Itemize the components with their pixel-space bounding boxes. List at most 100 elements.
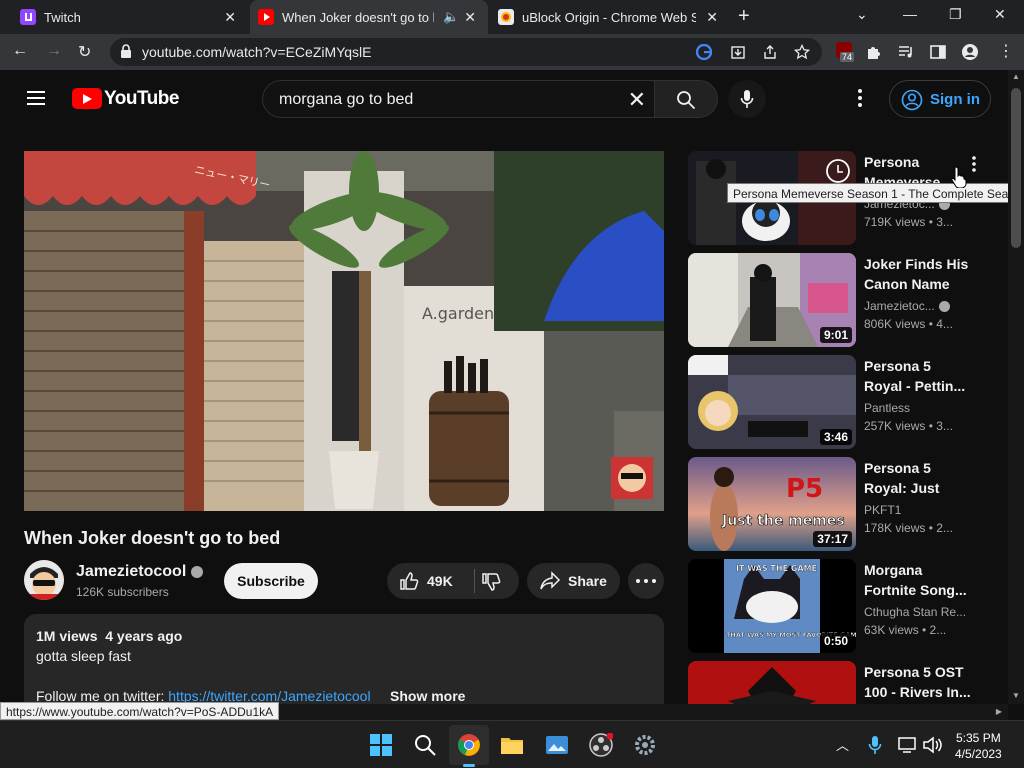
address-bar[interactable]: youtube.com/watch?v=ECeZiMYqslE bbox=[110, 38, 822, 66]
show-more-button[interactable]: Show more bbox=[386, 688, 466, 704]
thumbs-up-icon[interactable] bbox=[399, 571, 419, 591]
ublock-extension-icon[interactable]: 74 bbox=[836, 42, 855, 62]
rec-views: 719K views • 3... bbox=[864, 215, 953, 229]
close-tab-icon[interactable]: ✕ bbox=[224, 9, 236, 26]
clear-search-icon[interactable]: ✕ bbox=[628, 87, 646, 113]
file-explorer-icon[interactable] bbox=[500, 733, 524, 757]
tab-search-icon[interactable]: ⌄ bbox=[856, 6, 868, 23]
side-panel-icon[interactable] bbox=[929, 43, 947, 61]
chrome-menu-icon[interactable]: ⋮ bbox=[998, 41, 1016, 60]
thumbs-down-icon[interactable] bbox=[481, 572, 501, 592]
hand-cursor-icon bbox=[951, 166, 967, 188]
rec-thumbnail[interactable]: 3:46 bbox=[688, 355, 856, 449]
rec-thumbnail[interactable]: 9:01 bbox=[688, 253, 856, 347]
rec-title[interactable]: Persona 5 Royal - Pettin... bbox=[864, 356, 972, 396]
rec-title[interactable]: Persona 5 OST 100 - Rivers In... bbox=[864, 662, 972, 702]
search-icon bbox=[677, 91, 696, 110]
recommendation-item[interactable]: P5 Just the memes 37:17 Persona 5 Royal: … bbox=[688, 457, 988, 551]
youtube-wordmark[interactable]: YouTube bbox=[104, 88, 179, 110]
tab-twitch[interactable]: Twitch ✕ bbox=[0, 0, 248, 34]
rec-thumbnail-image bbox=[688, 661, 856, 704]
close-tab-icon[interactable]: ✕ bbox=[706, 9, 718, 26]
description-box[interactable]: 1M views 4 years ago gotta sleep fast Fo… bbox=[24, 614, 664, 714]
tab-youtube-active[interactable]: When Joker doesn't go to bed 🔈 ✕ bbox=[250, 0, 488, 34]
profile-icon[interactable] bbox=[961, 43, 979, 61]
title-tooltip: Persona Memeverse Season 1 - The Complet… bbox=[727, 183, 1024, 203]
obs-app-icon[interactable] bbox=[589, 733, 613, 757]
channel-name[interactable]: Jamezietocool bbox=[76, 563, 204, 581]
minimize-icon[interactable]: — bbox=[903, 6, 917, 22]
recommendation-item[interactable]: Persona 5 OST 100 - Rivers In... bbox=[688, 661, 988, 704]
thumb-caption: Just the memes bbox=[721, 513, 845, 529]
bookmark-star-icon[interactable] bbox=[794, 44, 810, 60]
more-actions-button[interactable] bbox=[628, 563, 664, 599]
rec-thumbnail[interactable]: IT WAS THE GAME THAT WAS MY MOST FAVORITE… bbox=[688, 559, 856, 653]
taskbar-search-icon[interactable] bbox=[413, 733, 437, 757]
scroll-up-icon[interactable]: ▲ bbox=[1012, 72, 1020, 81]
forward-icon[interactable]: → bbox=[46, 42, 62, 60]
restore-icon[interactable]: ❐ bbox=[949, 6, 962, 23]
close-window-icon[interactable]: ✕ bbox=[994, 6, 1006, 23]
windows-start-icon[interactable] bbox=[369, 733, 393, 757]
photos-app-icon[interactable] bbox=[545, 733, 569, 757]
tab-ublock[interactable]: uBlock Origin - Chrome Web Store ✕ bbox=[490, 0, 730, 34]
google-icon[interactable] bbox=[696, 44, 712, 60]
vertical-scrollbar[interactable]: ▲ ▼ bbox=[1008, 70, 1024, 704]
video-player[interactable]: ニュー・マリー A.garden bbox=[24, 151, 664, 511]
rec-title[interactable]: Morgana Fortnite Song... bbox=[864, 560, 972, 600]
rec-kebab-icon[interactable] bbox=[970, 155, 978, 173]
new-tab-icon[interactable]: + bbox=[738, 5, 750, 28]
rec-duration: 37:17 bbox=[813, 531, 852, 547]
scroll-right-icon[interactable]: ▶ bbox=[996, 707, 1002, 716]
rec-thumbnail[interactable]: P5 Just the memes 37:17 bbox=[688, 457, 856, 551]
system-clock[interactable]: 5:35 PM 4/5/2023 bbox=[955, 730, 1002, 762]
rec-channel[interactable]: Jamezietoc... bbox=[864, 299, 950, 313]
channel-avatar[interactable] bbox=[24, 560, 64, 600]
extension-badge: 74 bbox=[840, 52, 855, 62]
settings-kebab-icon[interactable] bbox=[852, 88, 868, 108]
youtube-logo-icon[interactable] bbox=[72, 88, 102, 109]
rec-channel[interactable]: Pantless bbox=[864, 401, 910, 415]
settings-gear-icon[interactable] bbox=[633, 733, 657, 757]
speaker-icon[interactable]: 🔈 bbox=[443, 9, 459, 25]
network-icon[interactable] bbox=[898, 736, 916, 754]
voice-search-button[interactable] bbox=[728, 80, 766, 118]
recommendation-item[interactable]: 9:01 Joker Finds His Canon Name Jameziet… bbox=[688, 253, 988, 347]
recommendation-item[interactable]: IT WAS THE GAME THAT WAS MY MOST FAVORITE… bbox=[688, 559, 988, 653]
share-page-icon[interactable] bbox=[762, 44, 778, 60]
search-button[interactable] bbox=[654, 80, 718, 118]
like-dislike-group: 49K bbox=[387, 563, 519, 599]
like-divider bbox=[474, 569, 475, 593]
show-hidden-icons[interactable]: ︿ bbox=[836, 735, 849, 754]
volume-icon[interactable] bbox=[922, 736, 942, 754]
microphone-tray-icon[interactable] bbox=[868, 735, 882, 755]
subscribe-button[interactable]: Subscribe bbox=[224, 563, 318, 599]
back-icon[interactable]: ← bbox=[12, 42, 28, 60]
verified-icon bbox=[191, 565, 204, 578]
rec-channel[interactable]: Cthugha Stan Re... bbox=[864, 605, 966, 619]
active-app-indicator bbox=[463, 764, 475, 767]
youtube-header: YouTube morgana go to bed ✕ Sign in bbox=[0, 70, 1008, 128]
sign-in-button[interactable]: Sign in bbox=[889, 80, 991, 118]
scroll-down-icon[interactable]: ▼ bbox=[1012, 691, 1020, 700]
sign-text: A.garden bbox=[422, 304, 494, 323]
install-app-icon[interactable] bbox=[730, 44, 746, 60]
rec-title[interactable]: Persona 5 Royal: Just Th... bbox=[864, 458, 972, 498]
twitch-icon bbox=[20, 9, 36, 25]
video-frame-image: ニュー・マリー A.garden bbox=[24, 151, 664, 511]
rec-thumbnail[interactable] bbox=[688, 661, 856, 704]
rec-title[interactable]: Joker Finds His Canon Name bbox=[864, 254, 972, 294]
scrollbar-thumb[interactable] bbox=[1011, 88, 1021, 248]
share-button[interactable]: Share bbox=[527, 563, 620, 599]
close-tab-icon[interactable]: ✕ bbox=[464, 9, 476, 26]
recommendation-item[interactable]: 3:46 Persona 5 Royal - Pettin... Pantles… bbox=[688, 355, 988, 449]
extensions-puzzle-icon[interactable] bbox=[865, 43, 883, 61]
browser-toolbar: ← → ↻ youtube.com/watch?v=ECeZiMYqslE 74… bbox=[0, 34, 1024, 70]
rec-channel[interactable]: PKFT1 bbox=[864, 503, 901, 517]
search-input[interactable]: morgana go to bed ✕ bbox=[262, 80, 654, 118]
reload-icon[interactable]: ↻ bbox=[78, 42, 91, 62]
youtube-icon bbox=[258, 9, 274, 25]
chrome-icon[interactable] bbox=[457, 733, 481, 757]
hamburger-menu-icon[interactable] bbox=[27, 91, 45, 105]
media-controls-icon[interactable] bbox=[897, 43, 915, 61]
